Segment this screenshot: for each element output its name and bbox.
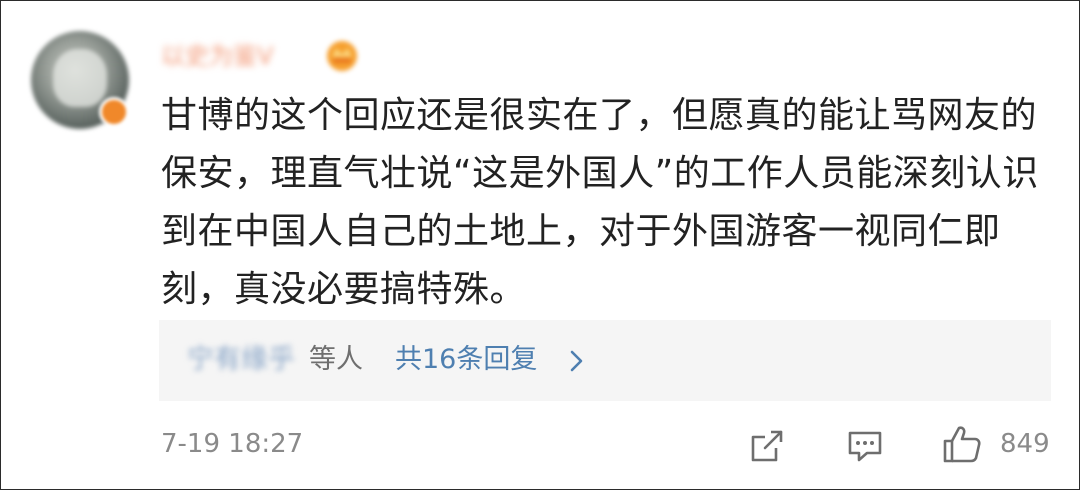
- replies-preview[interactable]: 宁有缘乎 等人 共16条回复: [159, 320, 1051, 401]
- reply-usernames[interactable]: 宁有缘乎: [187, 342, 295, 378]
- like-count: 849: [1000, 429, 1050, 459]
- username[interactable]: 以史为鉴V: [161, 39, 273, 73]
- share-icon[interactable]: [749, 428, 785, 464]
- reply-etc-label: 等人: [309, 344, 363, 375]
- crown-icon: [327, 41, 357, 71]
- comment-card: 以史为鉴V 甘博的这个回应还是很实在了，但愿真的能让骂网友的保安，理直气壮说“这…: [0, 0, 1080, 490]
- verified-badge-icon: [99, 97, 129, 127]
- reply-count-link[interactable]: 共16条回复: [395, 342, 537, 378]
- comment-text: 甘博的这个回应还是很实在了，但愿真的能让骂网友的保安，理直气壮说“这是外国人”的…: [161, 95, 1039, 310]
- comment-icon[interactable]: [847, 429, 883, 463]
- chevron-right-icon: [570, 350, 583, 372]
- like-icon[interactable]: [941, 423, 983, 465]
- timestamp: 7-19 18:27: [161, 429, 304, 459]
- avatar-image: [53, 49, 107, 107]
